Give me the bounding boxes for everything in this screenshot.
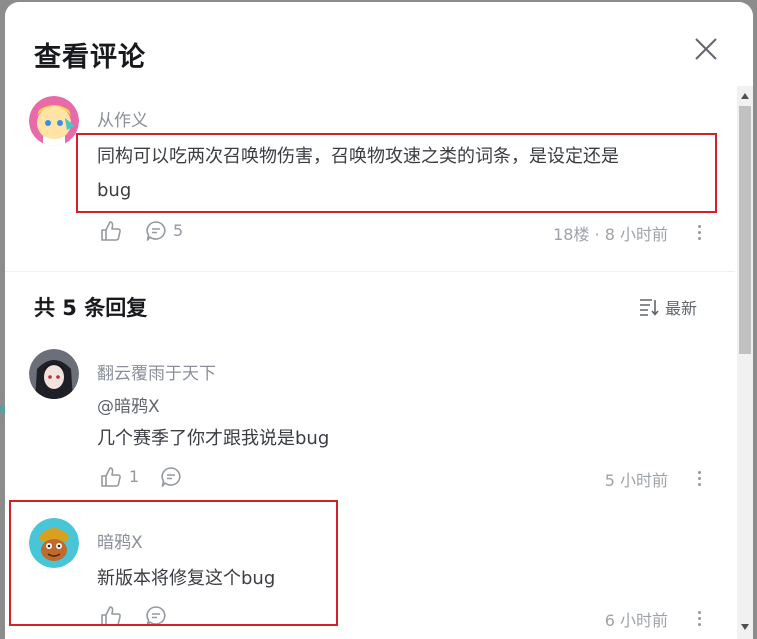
reply-icon[interactable] — [145, 220, 167, 242]
avatar[interactable] — [29, 518, 79, 568]
comment-text-line: bug — [97, 180, 132, 201]
replies-total: 共 5 条回复 — [34, 296, 148, 320]
comment-text: 同构可以吃两次召唤物伤害，召唤物攻速之类的词条，是设定还是 bug — [97, 140, 697, 208]
scrollbar-thumb[interactable] — [739, 106, 751, 354]
comment-text-line: 同构可以吃两次召唤物伤害，召唤物攻速之类的词条，是设定还是 — [97, 146, 619, 167]
like-icon[interactable] — [100, 605, 122, 627]
divider — [5, 271, 735, 272]
scroll-down-icon[interactable] — [737, 619, 753, 635]
reply-username[interactable]: 暗鸦X — [97, 528, 143, 553]
sort-label: 最新 — [665, 299, 698, 318]
more-options-icon[interactable] — [696, 611, 702, 627]
reply-mention[interactable]: @暗鸦X — [97, 390, 160, 424]
floor-time: 18楼 · 8 小时前 — [553, 225, 668, 244]
avatar-cartoon-icon — [29, 518, 79, 568]
reply-count: 5 — [173, 221, 184, 240]
reply-icon[interactable] — [160, 466, 182, 488]
reply-time: 5 小时前 — [604, 471, 668, 490]
reply-time: 6 小时前 — [604, 611, 668, 630]
comment-dialog: 查看评论 从作义 同构可以吃两次召唤物伤害，召唤物攻速之类的词条，是设定还是 b… — [5, 2, 753, 639]
reply-text: 新版本将修复这个bug — [97, 568, 276, 589]
scrollbar[interactable] — [737, 86, 753, 639]
like-icon[interactable] — [100, 220, 122, 242]
reply-text: 几个赛季了你才跟我说是bug — [97, 428, 330, 449]
like-icon[interactable] — [100, 466, 122, 488]
reply-icon[interactable] — [145, 605, 167, 627]
dialog-title: 查看评论 — [34, 42, 146, 73]
sort-icon — [640, 299, 659, 316]
close-icon[interactable] — [693, 36, 719, 62]
sort-button[interactable]: 最新 — [639, 295, 697, 319]
avatar[interactable] — [29, 96, 79, 146]
reply-username[interactable]: 翻云覆雨于天下 — [97, 359, 216, 384]
comment-username[interactable]: 从作义 — [97, 106, 148, 131]
avatar-anime-icon — [29, 96, 79, 146]
avatar-dark-character-icon — [29, 349, 79, 399]
like-count: 1 — [129, 467, 140, 486]
avatar[interactable] — [29, 349, 79, 399]
scroll-up-icon[interactable] — [737, 88, 753, 104]
comment-scroll-area[interactable]: 从作义 同构可以吃两次召唤物伤害，召唤物攻速之类的词条，是设定还是 bug 5 … — [5, 86, 735, 639]
more-options-icon[interactable] — [696, 471, 702, 487]
more-options-icon[interactable] — [696, 225, 702, 241]
